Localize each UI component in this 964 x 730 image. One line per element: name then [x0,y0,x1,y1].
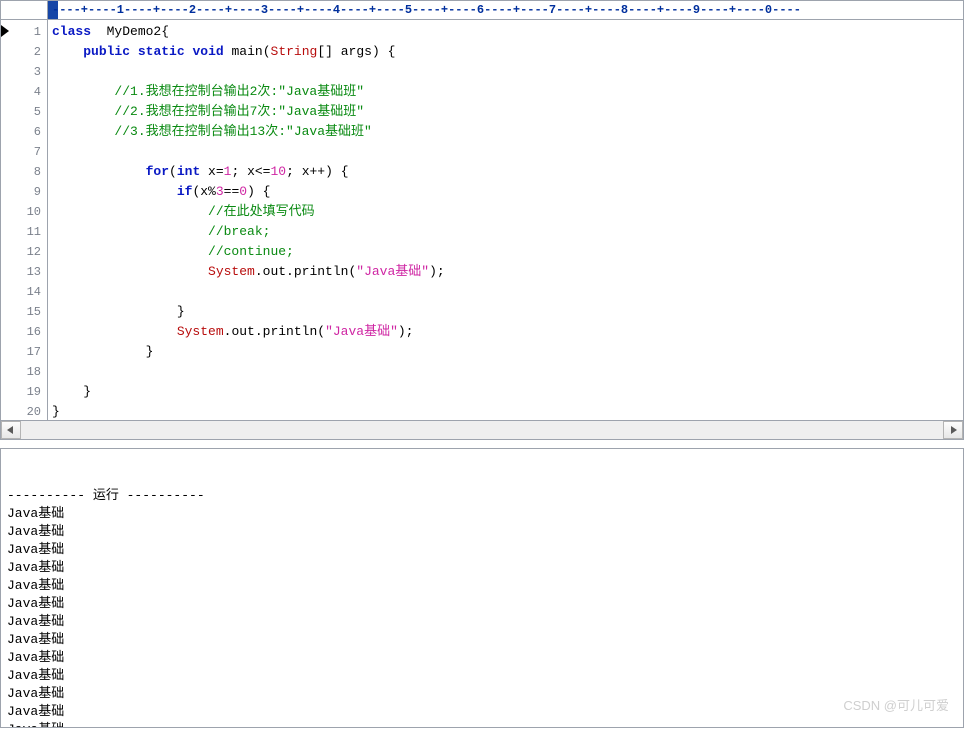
code-line[interactable]: System.out.println("Java基础"); [52,262,963,282]
gutter-line: 14 [1,282,47,302]
gutter-line: 2 [1,42,47,62]
gutter-line: 6 [1,122,47,142]
gutter-line: 9 [1,182,47,202]
output-line: Java基础 [7,523,957,541]
gutter-line: 8 [1,162,47,182]
code-line[interactable]: } [52,302,963,322]
output-line: Java基础 [7,685,957,703]
gutter-line: 11 [1,222,47,242]
ruler-gutter [1,1,48,19]
current-line-arrow-icon [1,25,9,37]
code-line[interactable]: for(int x=1; x<=10; x++) { [52,162,963,182]
editor-pane: ----+----1----+----2----+----3----+----4… [0,0,964,440]
gutter-line: 13 [1,262,47,282]
output-line: Java基础 [7,649,957,667]
output-line: Java基础 [7,703,957,721]
gutter-line: 5 [1,102,47,122]
code-line[interactable]: } [52,402,963,420]
output-pane[interactable]: ---------- 运行 ----------Java基础Java基础Java… [0,448,964,728]
code-line[interactable]: //在此处填写代码 [52,202,963,222]
code-line[interactable]: //2.我想在控制台输出7次:"Java基础班" [52,102,963,122]
code-line[interactable] [52,142,963,162]
output-line: Java基础 [7,577,957,595]
gutter-line: 20 [1,402,47,420]
output-line: Java基础 [7,505,957,523]
code-area[interactable]: class MyDemo2{ public static void main(S… [48,20,963,420]
pane-separator[interactable] [0,440,964,448]
output-line: Java基础 [7,595,957,613]
gutter-line: 7 [1,142,47,162]
ruler-strip: ----+----1----+----2----+----3----+----4… [48,1,963,19]
output-line: Java基础 [7,631,957,649]
code-line[interactable] [52,362,963,382]
code-line[interactable]: public static void main(String[] args) { [52,42,963,62]
gutter-line: 3 [1,62,47,82]
gutter-line: 17 [1,342,47,362]
code-line[interactable]: if(x%3==0) { [52,182,963,202]
gutter: 1234567891011121314151617181920 [1,20,48,420]
code-line[interactable]: } [52,382,963,402]
output-header: ---------- 运行 ---------- [7,487,957,505]
output-line: Java基础 [7,721,957,728]
scroll-left-icon[interactable] [1,421,21,439]
output-line: Java基础 [7,559,957,577]
scroll-right-icon[interactable] [943,421,963,439]
scroll-track[interactable] [21,422,943,438]
code-line[interactable] [52,282,963,302]
code-body: 1234567891011121314151617181920 class My… [1,20,963,420]
code-line[interactable]: } [52,342,963,362]
output-line: Java基础 [7,541,957,559]
code-line[interactable]: class MyDemo2{ [52,22,963,42]
code-line[interactable]: //1.我想在控制台输出2次:"Java基础班" [52,82,963,102]
output-line: Java基础 [7,667,957,685]
gutter-line: 12 [1,242,47,262]
output-line: Java基础 [7,613,957,631]
code-line[interactable]: System.out.println("Java基础"); [52,322,963,342]
code-line[interactable] [52,62,963,82]
gutter-line: 1 [1,22,47,42]
gutter-line: 4 [1,82,47,102]
ruler: ----+----1----+----2----+----3----+----4… [1,1,963,20]
code-line[interactable]: //continue; [52,242,963,262]
code-line[interactable]: //break; [52,222,963,242]
gutter-line: 19 [1,382,47,402]
code-line[interactable]: //3.我想在控制台输出13次:"Java基础班" [52,122,963,142]
gutter-line: 16 [1,322,47,342]
gutter-line: 10 [1,202,47,222]
gutter-line: 15 [1,302,47,322]
gutter-line: 18 [1,362,47,382]
horizontal-scrollbar[interactable] [1,420,963,439]
